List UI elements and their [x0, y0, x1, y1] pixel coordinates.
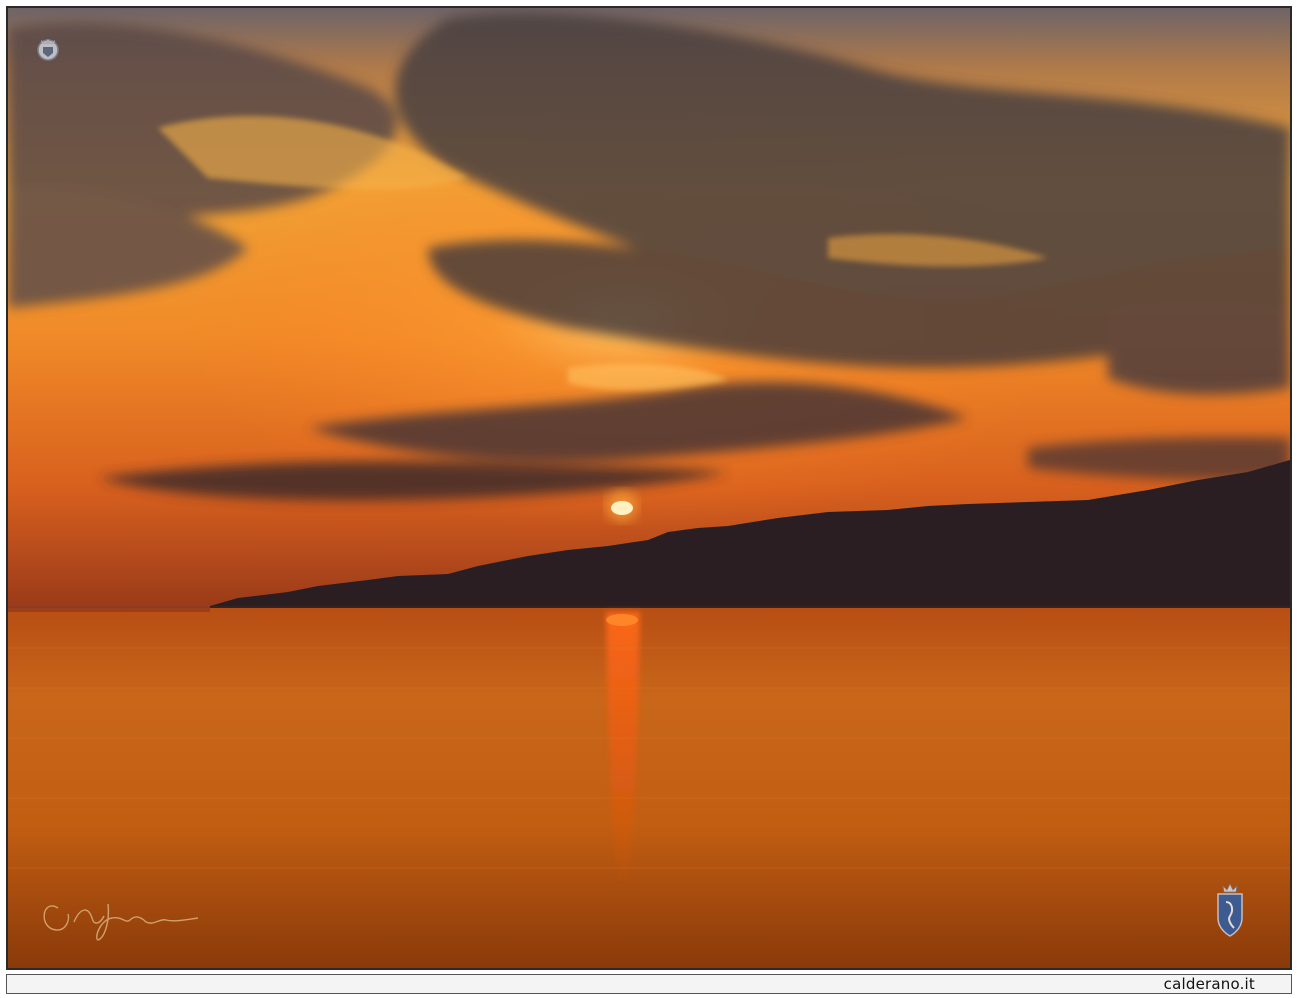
sea — [8, 608, 1290, 968]
reflection-highlight — [606, 614, 638, 626]
photo-frame — [6, 6, 1292, 970]
footer-bar: calderano.it — [6, 974, 1292, 994]
crest-logo-icon — [37, 39, 59, 61]
site-label[interactable]: calderano.it — [1164, 975, 1255, 993]
horizon-line — [8, 606, 210, 612]
sun — [611, 501, 633, 515]
sunset-photo — [8, 8, 1290, 968]
